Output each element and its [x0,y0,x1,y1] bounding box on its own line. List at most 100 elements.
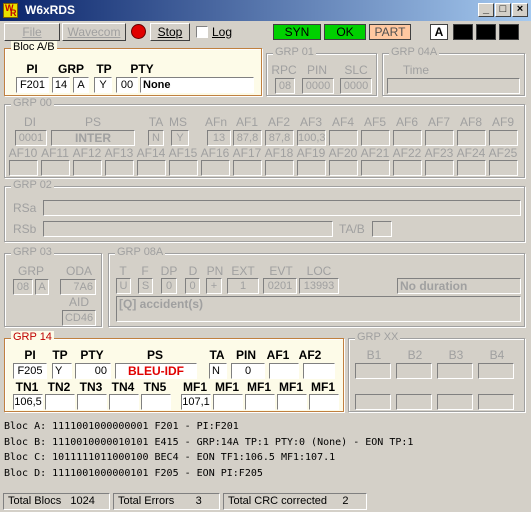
grpxx-label-b2: B2 [407,348,423,362]
total-blocs-value: 1024 [70,495,95,507]
af-value-7 [425,130,454,146]
af-value-15 [169,160,198,176]
grpxx-value-b2-row1 [396,363,432,379]
grp14-pi-label: PI [24,348,36,362]
window-title: W6xRDS [25,3,76,17]
af-label-21: AF21 [360,146,390,160]
grp00-afn-label: AFn [204,115,227,129]
af-value-9 [489,130,518,146]
af-value-10 [9,160,38,176]
grp00-ta-value: N [148,130,164,146]
part-indicator: PART [369,24,411,40]
syn-indicator: SYN [273,24,321,40]
tn-label-2: TN2 [47,380,71,394]
af-value-6 [393,130,422,146]
grp02-tab-value [372,221,392,237]
tn-value-2 [45,394,75,410]
grp03-grp-version: A [35,279,49,295]
af-value-21 [361,160,390,176]
grp14-ps-label: PS [146,348,163,362]
grp04a-title: GRP 04A [389,46,440,58]
bloc-tp-label: TP [96,62,112,76]
grp14-pi-value: F205 [13,363,47,379]
total-crc-label: Total CRC corrected [228,495,328,507]
grpxx-label-b1: B1 [366,348,382,362]
mf-value-3 [245,394,275,410]
bloc-ab-title: Bloc A/B [11,41,57,53]
grp00-ms-label: MS [169,115,187,129]
indicator-black-1 [453,24,473,40]
tn-value-1: 106,5 [13,394,43,410]
maximize-button[interactable]: □ [495,3,511,17]
af-label-11: AF11 [41,146,69,160]
af-label-4: AF4 [331,115,354,129]
wavecom-button[interactable]: Wavecom [62,23,126,41]
grp14-af1-value [269,363,299,379]
af-value-20 [329,160,358,176]
af-value-14 [137,160,166,176]
grp03-grp-value: 08 [13,279,33,295]
af-label-25: AF25 [488,146,518,160]
af-label-13: AF13 [104,146,134,160]
grp14-af1-label: AF1 [266,348,290,362]
stop-button[interactable]: Stop [150,23,190,41]
tn-label-1: TN1 [15,380,39,394]
grp08a-f-label: F [141,264,149,278]
tn-label-5: TN5 [143,380,167,394]
af-label-7: AF7 [427,115,450,129]
grp08a-pn-label: PN [206,264,224,278]
file-button[interactable]: File [4,23,60,41]
tn-value-3 [77,394,107,410]
af-label-3: AF3 [299,115,322,129]
af-label-17: AF17 [232,146,262,160]
mf-label-2: MF1 [215,380,239,394]
grp00-ms-value: Y [171,130,189,146]
grp00-ta-label: TA [148,115,164,129]
grp04a-time-label: Time [402,63,430,77]
grp04a-group: GRP 04A Time [382,46,525,96]
log-checkbox[interactable] [196,26,208,38]
grp14-group: GRP 14 PI TP PTY PS TA PIN AF1 AF2 F205 … [4,331,344,412]
bloc-grp-label: GRP [57,62,84,76]
af-label-2: AF2 [267,115,290,129]
close-button[interactable]: × [512,3,528,17]
grp08a-dp-value: 0 [161,278,177,294]
af-value-3: 100,3 [297,130,326,146]
record-icon [131,24,146,39]
grp08a-f-value: S [138,278,153,294]
grpxx-label-b4: B4 [489,348,505,362]
grp03-group: GRP 03 GRP ODA 08 A 7A6 AID CD46 [4,246,102,327]
af-value-24 [457,160,486,176]
grp01-title: GRP 01 [273,46,316,58]
grpxx-value-b3-row2 [437,394,473,410]
grpxx-value-b4-row1 [478,363,514,379]
a-indicator: A [430,24,448,40]
grp08a-group: GRP 08A T F DP D PN EXT EVT LOC U S 0 0 … [108,246,525,327]
bloc-ab-group: Bloc A/B PI GRP TP PTY F201 14 A Y 00 No… [4,41,262,96]
bloc-grp-version: A [73,77,89,93]
total-errors-value: 3 [195,495,202,507]
minimize-button[interactable]: _ [478,3,494,17]
af-value-19 [297,160,326,176]
total-crc-value: 2 [342,495,349,507]
af-label-22: AF22 [392,146,422,160]
grp03-oda-label: ODA [65,264,92,278]
af-label-1: AF1 [235,115,258,129]
grp01-pin-label: PIN [306,63,327,77]
grp08a-duration: No duration [397,278,521,294]
grp01-rpc-label: RPC [271,63,297,77]
grpxx-title: GRP XX [355,331,401,343]
grp02-rsa-label: RSa [13,201,37,215]
grpxx-value-b1-row2 [355,394,391,410]
af-value-2: 87,8 [265,130,294,146]
af-label-9: AF9 [491,115,514,129]
grp08a-d-value: 0 [185,278,200,294]
ok-indicator: OK [324,24,366,40]
grp00-group: GRP 00 DI PS TA MS AFn 0001 INTER N Y 13… [4,97,525,178]
grp14-ps-value: BLEU-IDF [115,363,197,379]
bloc-tp-value: Y [94,77,112,93]
status-total-blocs: Total Blocs 1024 [3,493,110,510]
grp02-rsb-value [43,221,333,237]
grp03-oda-value: 7A6 [60,279,96,295]
af-value-23 [425,160,454,176]
